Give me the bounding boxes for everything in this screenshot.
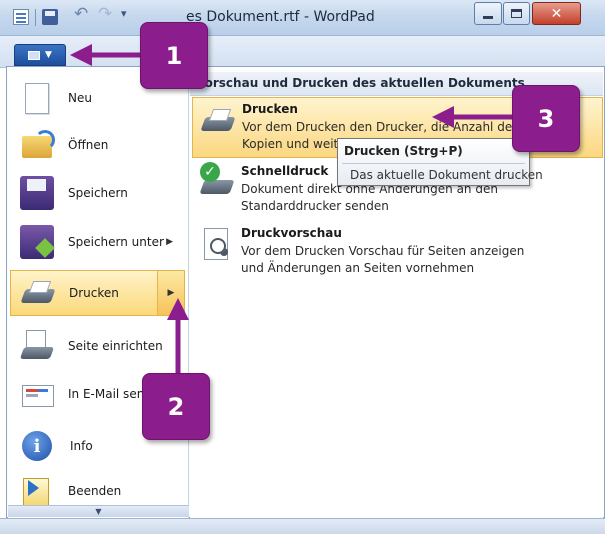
menu-item-open[interactable]: Öffnen — [10, 122, 185, 168]
menu-scroll-down-button[interactable]: ▼ — [8, 505, 189, 517]
callout-2: 2 — [142, 373, 210, 440]
chevron-down-icon: ▼ — [95, 507, 102, 516]
email-icon — [20, 377, 54, 411]
open-folder-icon — [20, 128, 55, 162]
exit-icon — [20, 474, 54, 508]
customize-quick-access-icon[interactable]: ▾ — [121, 7, 127, 20]
option-title: Druckvorschau — [241, 226, 342, 240]
menu-item-page-setup[interactable]: Seite einrichten — [10, 323, 185, 369]
minimize-icon — [483, 16, 493, 19]
save-icon[interactable] — [42, 9, 58, 25]
option-description: Vor dem Drucken Vorschau für Seiten anze… — [241, 244, 525, 275]
maximize-button[interactable] — [503, 2, 530, 25]
submenu-arrow-icon: ▶ — [167, 288, 175, 298]
submenu-arrow-icon: ▶ — [166, 237, 173, 247]
menu-icon — [28, 50, 41, 60]
menu-item-label: Info — [70, 439, 93, 453]
menu-item-save-as[interactable]: Speichern unter ▶ — [10, 219, 185, 265]
menu-item-label: Seite einrichten — [68, 339, 163, 353]
tooltip-divider — [342, 163, 525, 164]
title-bar: ↶ ↷ ▾ es Dokument.rtf - WordPad ✕ — [0, 0, 605, 36]
close-icon: ✕ — [550, 5, 563, 22]
maximize-icon — [511, 9, 522, 18]
printer-icon — [201, 104, 235, 138]
undo-icon[interactable]: ↶ — [74, 4, 88, 24]
save-as-icon — [20, 225, 54, 259]
menu-item-label: Speichern — [68, 186, 128, 200]
menu-item-label: Neu — [68, 91, 92, 105]
chevron-down-icon: ▼ — [45, 50, 52, 60]
application-menu-button[interactable]: ▼ — [14, 44, 66, 66]
window-title: es Dokument.rtf - WordPad — [186, 9, 375, 25]
menu-item-label: Beenden — [68, 484, 122, 498]
tooltip-body: Das aktuelle Dokument drucken — [350, 168, 543, 182]
print-option-print-preview[interactable]: Druckvorschau Vor dem Drucken Vorschau f… — [192, 222, 603, 284]
close-button[interactable]: ✕ — [532, 2, 581, 25]
option-description: Dokument direkt ohne Änderungen an den S… — [241, 182, 498, 213]
printer-icon — [21, 276, 55, 310]
minimize-button[interactable] — [474, 2, 502, 25]
print-tooltip: Drucken (Strg+P) Das aktuelle Dokument d… — [337, 138, 543, 186]
tooltip-title: Drucken (Strg+P) — [344, 144, 463, 158]
menu-item-label: Öffnen — [68, 138, 109, 152]
callout-3: 3 — [512, 85, 580, 152]
option-title: Drucken — [242, 102, 298, 116]
callout-1: 1 — [140, 22, 208, 89]
new-document-icon — [25, 82, 49, 114]
redo-icon[interactable]: ↷ — [98, 4, 112, 24]
menu-item-save[interactable]: Speichern — [10, 170, 185, 216]
wordpad-app-icon[interactable] — [13, 9, 29, 25]
quick-access-separator — [35, 9, 36, 26]
option-title: Schnelldruck — [241, 164, 329, 178]
menu-item-label: Speichern unter — [68, 235, 164, 249]
quick-print-icon — [200, 162, 234, 200]
menu-item-print[interactable]: Drucken ▶ — [10, 270, 185, 316]
menu-item-label: Drucken — [69, 286, 119, 300]
info-icon: i — [22, 431, 52, 461]
save-disk-icon — [20, 176, 54, 210]
ribbon-bar — [0, 36, 605, 68]
page-setup-icon — [20, 329, 54, 363]
print-submenu-button[interactable]: ▶ — [157, 271, 184, 315]
print-preview-icon — [200, 228, 234, 262]
status-bar — [0, 518, 605, 534]
